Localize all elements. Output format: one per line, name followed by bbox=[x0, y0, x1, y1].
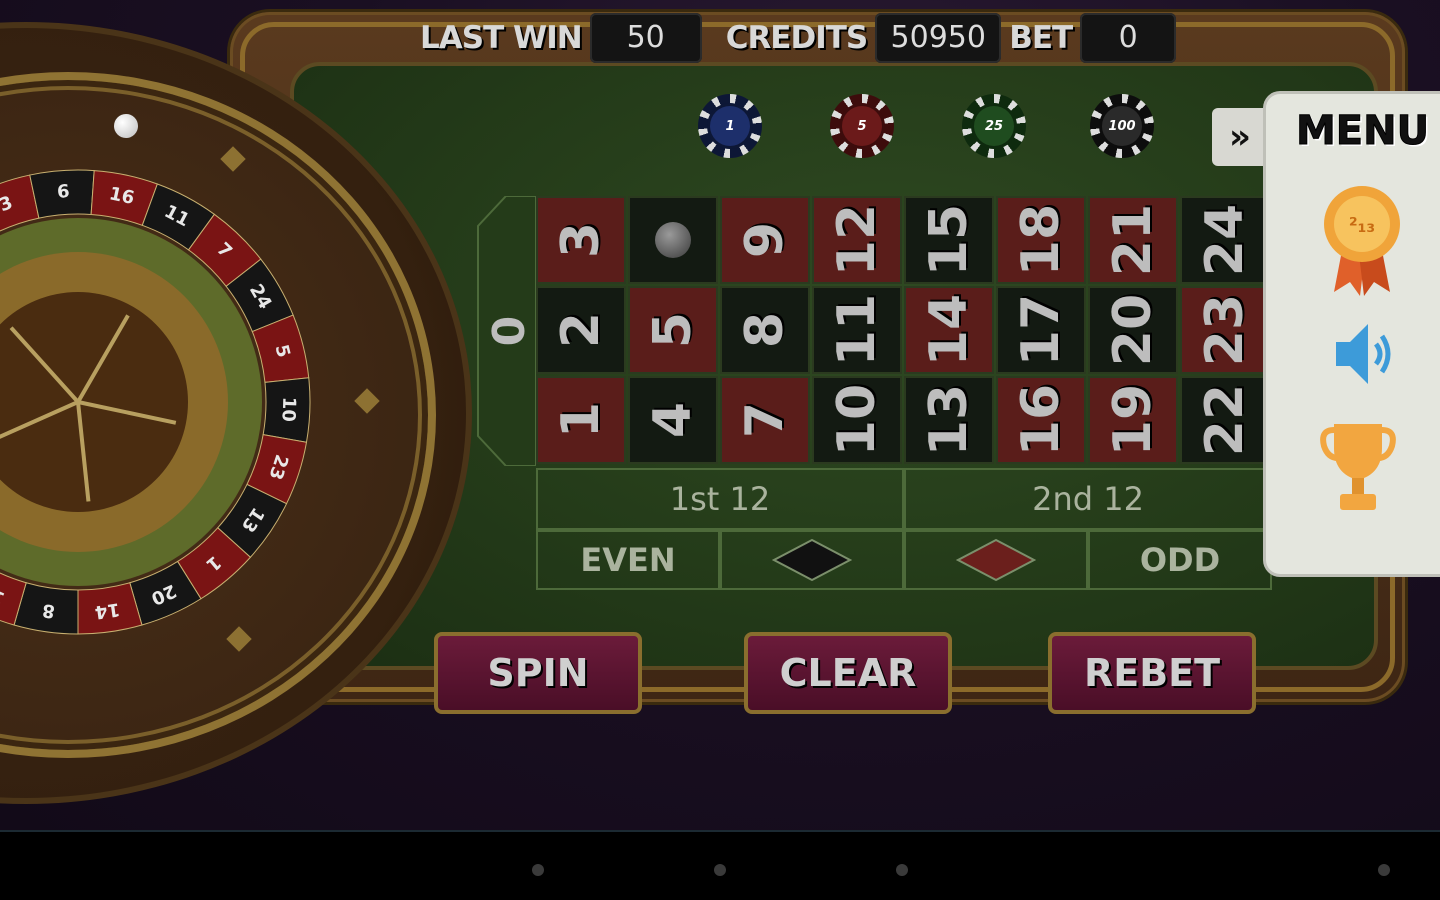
bet-number-cell[interactable]: 8 bbox=[720, 286, 810, 374]
bet-number-cell[interactable]: 21 bbox=[1088, 196, 1178, 284]
nav-dot-icon[interactable] bbox=[1378, 864, 1390, 876]
bet-number-cell[interactable]: 9 bbox=[720, 196, 810, 284]
double-chevron-icon: » bbox=[1229, 117, 1251, 157]
bet-number-cell[interactable]: 1 bbox=[536, 376, 626, 464]
wheel-number-track: 212361611724510231312014818 bbox=[0, 92, 388, 712]
bet-number-cell[interactable]: 13 bbox=[904, 376, 994, 464]
bet-number-cell[interactable]: 7 bbox=[720, 376, 810, 464]
last-win-label: LAST WIN bbox=[420, 20, 583, 56]
bet-number-cell[interactable]: 14 bbox=[904, 286, 994, 374]
menu-title: MENU bbox=[1295, 108, 1430, 155]
number-label: 5 bbox=[643, 311, 703, 349]
bet-number-cell[interactable]: 17 bbox=[996, 286, 1086, 374]
game-scene: 212361611724510231312014818 LAST WIN 50 … bbox=[0, 0, 1440, 830]
number-label: 2 bbox=[551, 311, 611, 349]
bet-label: BET bbox=[1009, 20, 1073, 56]
number-label: 24 bbox=[1195, 203, 1255, 277]
last-win-value: 50 bbox=[589, 13, 702, 63]
spin-button[interactable]: SPIN bbox=[434, 632, 642, 714]
stats-bar: LAST WIN 50 CREDITS 50950 BET 0 bbox=[420, 12, 1177, 64]
side-menu: MENU ²₁₃ bbox=[1266, 94, 1440, 574]
bet-even[interactable]: EVEN bbox=[536, 530, 720, 590]
bet-number-cell[interactable]: 11 bbox=[812, 286, 902, 374]
odd-label: ODD bbox=[1139, 541, 1221, 579]
bet-value: 0 bbox=[1080, 13, 1177, 63]
nav-dot-icon[interactable] bbox=[896, 864, 908, 876]
wheel-pockets: 212361611724510231312014818 bbox=[0, 169, 311, 635]
chip-label: 5 bbox=[842, 106, 882, 146]
number-label: 1 bbox=[551, 401, 611, 439]
bet-number-cell[interactable] bbox=[628, 196, 718, 284]
number-label: 14 bbox=[919, 293, 979, 367]
svg-text:²₁₃: ²₁₃ bbox=[1349, 213, 1375, 237]
bet-number-cell[interactable]: 19 bbox=[1088, 376, 1178, 464]
number-label: 15 bbox=[919, 203, 979, 277]
dozen-label: 2nd 12 bbox=[1032, 480, 1144, 518]
number-label: 16 bbox=[1011, 383, 1071, 457]
bet-number-cell[interactable]: 16 bbox=[996, 376, 1086, 464]
bet-number-cell[interactable]: 20 bbox=[1088, 286, 1178, 374]
wheel-number-label: 6 bbox=[56, 181, 70, 203]
bet-odd[interactable]: ODD bbox=[1088, 530, 1272, 590]
chip-25[interactable]: 25 bbox=[962, 94, 1026, 158]
nav-dot-icon[interactable] bbox=[532, 864, 544, 876]
rebet-button[interactable]: REBET bbox=[1048, 632, 1256, 714]
number-label: 20 bbox=[1103, 293, 1163, 367]
even-label: EVEN bbox=[580, 541, 676, 579]
bet-number-cell[interactable]: 15 bbox=[904, 196, 994, 284]
bet-number-cell[interactable]: 22 bbox=[1180, 376, 1270, 464]
roulette-ball bbox=[114, 114, 138, 138]
bet-first-dozen[interactable]: 1st 12 bbox=[536, 468, 904, 530]
bet-zero[interactable]: 0 bbox=[476, 196, 536, 466]
number-label: 8 bbox=[735, 311, 795, 349]
nav-dot-icon[interactable] bbox=[714, 864, 726, 876]
number-label: 13 bbox=[919, 383, 979, 457]
bet-second-dozen[interactable]: 2nd 12 bbox=[904, 468, 1272, 530]
bet-red[interactable] bbox=[904, 530, 1088, 590]
chip-label: 1 bbox=[710, 106, 750, 146]
number-label: 18 bbox=[1011, 203, 1071, 277]
number-label: 21 bbox=[1103, 203, 1163, 277]
chip-label: 100 bbox=[1102, 106, 1142, 146]
sound-icon[interactable] bbox=[1332, 318, 1396, 390]
number-label: 3 bbox=[551, 221, 611, 259]
bet-number-cell[interactable]: 5 bbox=[628, 286, 718, 374]
bet-number-cell[interactable]: 18 bbox=[996, 196, 1086, 284]
number-label: 17 bbox=[1011, 293, 1071, 367]
credits-label: CREDITS bbox=[725, 20, 869, 56]
placed-chip-icon bbox=[655, 222, 691, 258]
bet-number-cell[interactable]: 23 bbox=[1180, 286, 1270, 374]
clear-button[interactable]: CLEAR bbox=[744, 632, 952, 714]
chip-5[interactable]: 5 bbox=[830, 94, 894, 158]
bet-black[interactable] bbox=[720, 530, 904, 590]
number-label: 9 bbox=[735, 221, 795, 259]
bet-number-cell[interactable]: 12 bbox=[812, 196, 902, 284]
number-label: 11 bbox=[827, 293, 887, 367]
number-label: 12 bbox=[827, 203, 887, 277]
number-label: 10 bbox=[827, 383, 887, 457]
dozen-label: 1st 12 bbox=[669, 480, 771, 518]
bet-number-cell[interactable]: 10 bbox=[812, 376, 902, 464]
bet-number-cell[interactable]: 4 bbox=[628, 376, 718, 464]
trophy-icon[interactable] bbox=[1320, 418, 1396, 516]
achievements-icon[interactable]: ²₁₃ bbox=[1322, 180, 1402, 296]
credits-value: 50950 bbox=[875, 13, 1002, 63]
wheel-number-label: 10 bbox=[277, 396, 299, 422]
number-label: 23 bbox=[1195, 293, 1255, 367]
number-label: 7 bbox=[735, 401, 795, 439]
bet-number-cell[interactable]: 24 bbox=[1180, 196, 1270, 284]
number-label: 4 bbox=[643, 401, 703, 439]
black-diamond-icon bbox=[772, 538, 852, 582]
bet-number-cell[interactable]: 3 bbox=[536, 196, 626, 284]
number-label: 19 bbox=[1103, 383, 1163, 457]
number-label: 22 bbox=[1195, 383, 1255, 457]
chip-label: 25 bbox=[974, 106, 1014, 146]
bet-number-cell[interactable]: 2 bbox=[536, 286, 626, 374]
chip-1[interactable]: 1 bbox=[698, 94, 762, 158]
collapse-menu-button[interactable]: » bbox=[1212, 108, 1268, 166]
zero-label: 0 bbox=[484, 316, 535, 347]
chip-100[interactable]: 100 bbox=[1090, 94, 1154, 158]
wheel-number-label: 14 bbox=[93, 598, 121, 622]
red-diamond-icon bbox=[956, 538, 1036, 582]
